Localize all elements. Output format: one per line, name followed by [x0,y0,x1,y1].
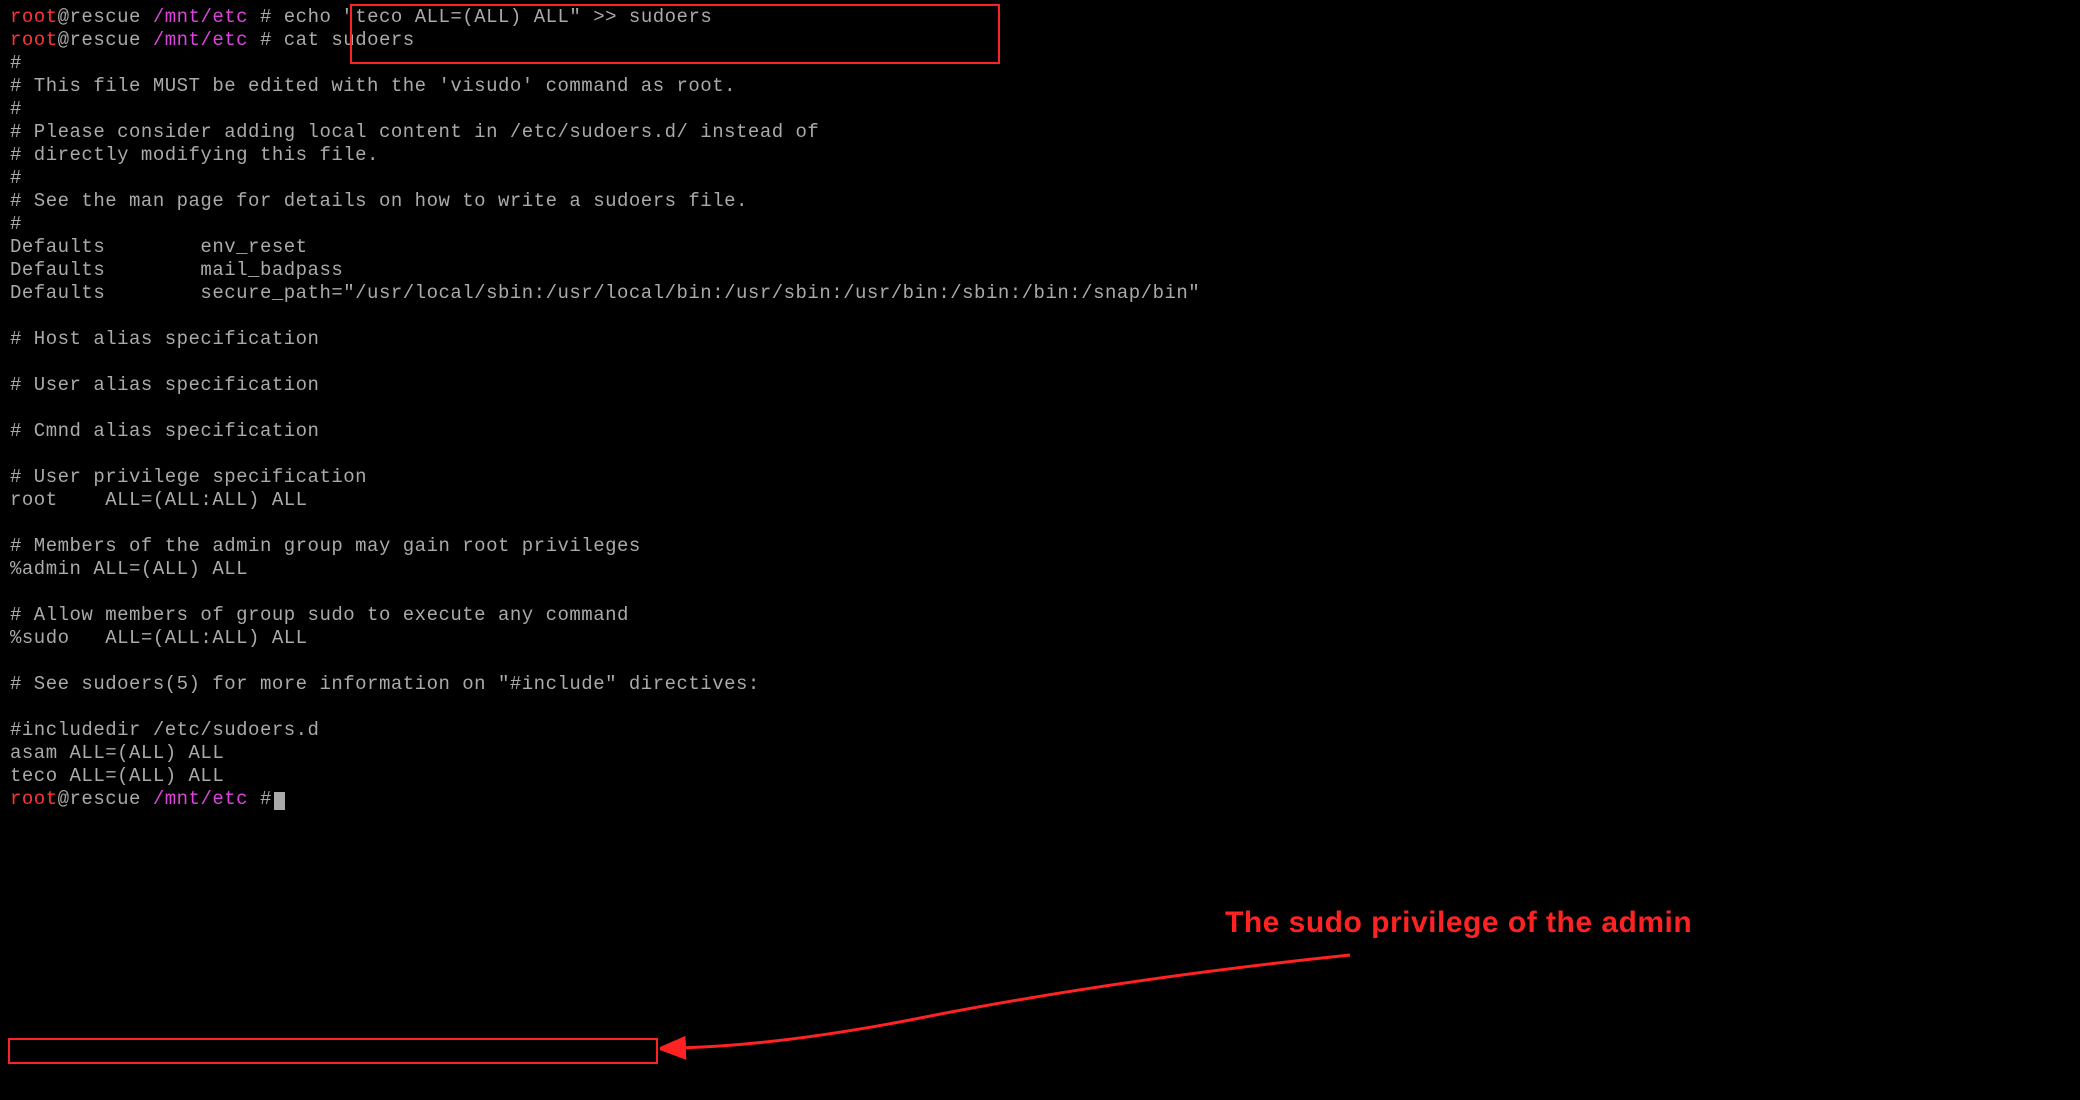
sudoers-line [10,650,2070,673]
sudoers-line: Defaults secure_path="/usr/local/sbin:/u… [10,282,2070,305]
sudoers-line [10,443,2070,466]
sudoers-line [10,351,2070,374]
sudoers-line-teco: teco ALL=(ALL) ALL [10,765,2070,788]
sudoers-line [10,305,2070,328]
prompt-path: /mnt/etc [153,788,248,810]
prompt-user: root [10,788,58,810]
command-cat: cat sudoers [272,29,415,51]
prompt-hash: # [248,29,272,51]
sudoers-line: # See sudoers(5) for more information on… [10,673,2070,696]
sudoers-line: # Host alias specification [10,328,2070,351]
prompt-at: @ [58,788,70,810]
sudoers-line: # See the man page for details on how to… [10,190,2070,213]
terminal[interactable]: root@rescue /mnt/etc # echo "teco ALL=(A… [10,6,2070,811]
sudoers-line: root ALL=(ALL:ALL) ALL [10,489,2070,512]
sudoers-line: # [10,98,2070,121]
sudoers-line [10,581,2070,604]
prompt-user: root [10,29,58,51]
arrow-icon [660,930,1380,1080]
prompt-hash: # [248,788,272,810]
sudoers-line: # directly modifying this file. [10,144,2070,167]
prompt-line-2[interactable]: root@rescue /mnt/etc # cat sudoers [10,29,2070,52]
sudoers-line [10,397,2070,420]
prompt-line-1[interactable]: root@rescue /mnt/etc # echo "teco ALL=(A… [10,6,2070,29]
sudoers-line: # This file MUST be edited with the 'vis… [10,75,2070,98]
sudoers-line: #includedir /etc/sudoers.d [10,719,2070,742]
prompt-host: rescue [70,788,141,810]
sudoers-line: %admin ALL=(ALL) ALL [10,558,2070,581]
prompt-at: @ [58,29,70,51]
sudoers-line: # Please consider adding local content i… [10,121,2070,144]
sudoers-line: asam ALL=(ALL) ALL [10,742,2070,765]
sudoers-line: Defaults env_reset [10,236,2070,259]
sudoers-line: # User privilege specification [10,466,2070,489]
sudoers-line: Defaults mail_badpass [10,259,2070,282]
prompt-at: @ [58,6,70,28]
sudoers-line: # User alias specification [10,374,2070,397]
sudoers-line: # [10,52,2070,75]
sudoers-line: # [10,213,2070,236]
prompt-path: /mnt/etc [153,6,248,28]
cursor-icon [274,792,285,810]
prompt-hash: # [248,6,272,28]
sudoers-line: # Members of the admin group may gain ro… [10,535,2070,558]
sudoers-line: # Cmnd alias specification [10,420,2070,443]
annotation-label: The sudo privilege of the admin [1225,905,1692,941]
sudoers-line [10,512,2070,535]
prompt-host: rescue [70,29,141,51]
prompt-path: /mnt/etc [153,29,248,51]
highlight-box-teco-line [8,1038,658,1064]
sudoers-line: # [10,167,2070,190]
command-echo: echo "teco ALL=(ALL) ALL" >> sudoers [272,6,712,28]
prompt-line-3[interactable]: root@rescue /mnt/etc # [10,788,2070,811]
prompt-host: rescue [70,6,141,28]
sudoers-line: %sudo ALL=(ALL:ALL) ALL [10,627,2070,650]
sudoers-line: # Allow members of group sudo to execute… [10,604,2070,627]
sudoers-line [10,696,2070,719]
prompt-user: root [10,6,58,28]
